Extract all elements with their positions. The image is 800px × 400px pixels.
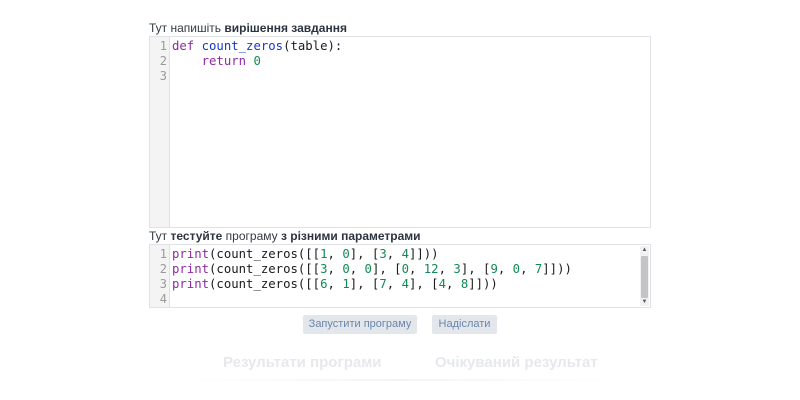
code-line[interactable]: 1 print(count_zeros([[1, 0], [3, 4]])) [150,247,650,262]
number-token: 3 [379,247,387,261]
submit-button[interactable]: Надіслати [432,315,497,334]
line-number: 2 [159,262,167,276]
solution-label-prefix: Тут напишіть [149,21,225,35]
code-token: ]])) [542,262,572,276]
number-token: 4 [438,277,446,291]
code-token: ]])) [408,247,439,261]
number-token: 0 [364,262,372,276]
keyword-token: print [172,277,210,291]
line-number: 3 [159,277,167,291]
test-label-bold: тестуйте [170,229,223,243]
code-token: , [520,262,535,276]
test-label-part: Тут [149,229,171,243]
code-line[interactable]: 4 [150,292,650,307]
number-token: 0 [253,54,261,68]
code-line[interactable]: 2 return 0 [150,54,650,69]
number-token: 0 [342,247,350,261]
code-token: , [408,262,424,276]
solution-code-editor[interactable]: 1 def count_zeros(table): 2 return 0 3 [149,36,651,228]
code-token: ], [ [349,247,380,261]
scroll-down-arrow-icon[interactable]: ▼ [640,298,649,306]
number-token: 0 [401,262,409,276]
code-line[interactable]: 3 print(count_zeros([[6, 1], [7, 4], [4, … [150,277,650,292]
code-token: (count_zeros([[ [209,247,321,261]
code-token: , [327,277,343,291]
number-token: 3 [453,262,461,276]
program-results-title: Результати програми [223,354,382,371]
keyword-token: def [172,39,195,53]
expected-result-title: Очікуваний результат [435,354,598,371]
line-number: 4 [159,292,167,306]
scrollbar-thumb[interactable] [641,256,648,298]
solution-label-bold: вирішення завдання [224,21,347,35]
code-line[interactable]: 1 def count_zeros(table): [150,39,650,54]
code-line[interactable]: 2 print(count_zeros([[3, 0, 0], [0, 12, 3… [150,262,650,277]
code-token: , [327,262,343,276]
keyword-token: print [172,262,210,276]
code-token: , [497,262,513,276]
code-token: , [327,247,343,261]
code-token: ], [ [408,277,439,291]
code-token: ], [ [371,262,402,276]
number-token: 7 [379,277,387,291]
code-line[interactable]: 3 [150,69,650,84]
solution-label: Тут напишіть вирішення завдання [149,21,347,35]
number-token: 6 [320,277,328,291]
line-number: 3 [159,69,167,83]
vertical-scrollbar[interactable]: ▲ ▼ [640,246,649,306]
number-token: 9 [490,262,498,276]
test-label: Тут тестуйте програму з різними параметр… [149,229,421,243]
test-label-part: програму [222,229,281,243]
keyword-token: print [172,247,210,261]
results-divider [190,379,610,381]
number-token: 4 [401,277,409,291]
number-token: 0 [342,262,350,276]
code-token: , [438,262,454,276]
code-token: , [386,277,402,291]
number-token: 12 [423,262,439,276]
keyword-token: return [201,54,247,68]
code-token: (count_zeros([[ [209,262,321,276]
run-program-button[interactable]: Запустити програму [303,315,417,334]
code-token: (count_zeros([[ [209,277,321,291]
test-code-editor[interactable]: 1 print(count_zeros([[1, 0], [3, 4]])) 2p… [149,244,651,308]
code-token: , [386,247,402,261]
number-token: 0 [512,262,521,276]
function-name-token: count_zeros [201,39,284,53]
test-label-bold: з різними параметрами [280,229,421,243]
code-token: ], [ [460,262,491,276]
code-token: ], [ [349,277,380,291]
number-token: 3 [320,262,328,276]
code-token: ]])) [468,277,498,291]
line-number: 2 [159,54,167,68]
scroll-up-arrow-icon[interactable]: ▲ [640,246,649,254]
line-number: 1 [159,247,167,261]
number-token: 1 [342,277,350,291]
line-number: 1 [159,39,167,53]
number-token: 1 [320,247,328,261]
number-token: 4 [401,247,409,261]
code-token: , [349,262,365,276]
params-token: (table): [283,39,343,53]
code-token: , [446,277,461,291]
